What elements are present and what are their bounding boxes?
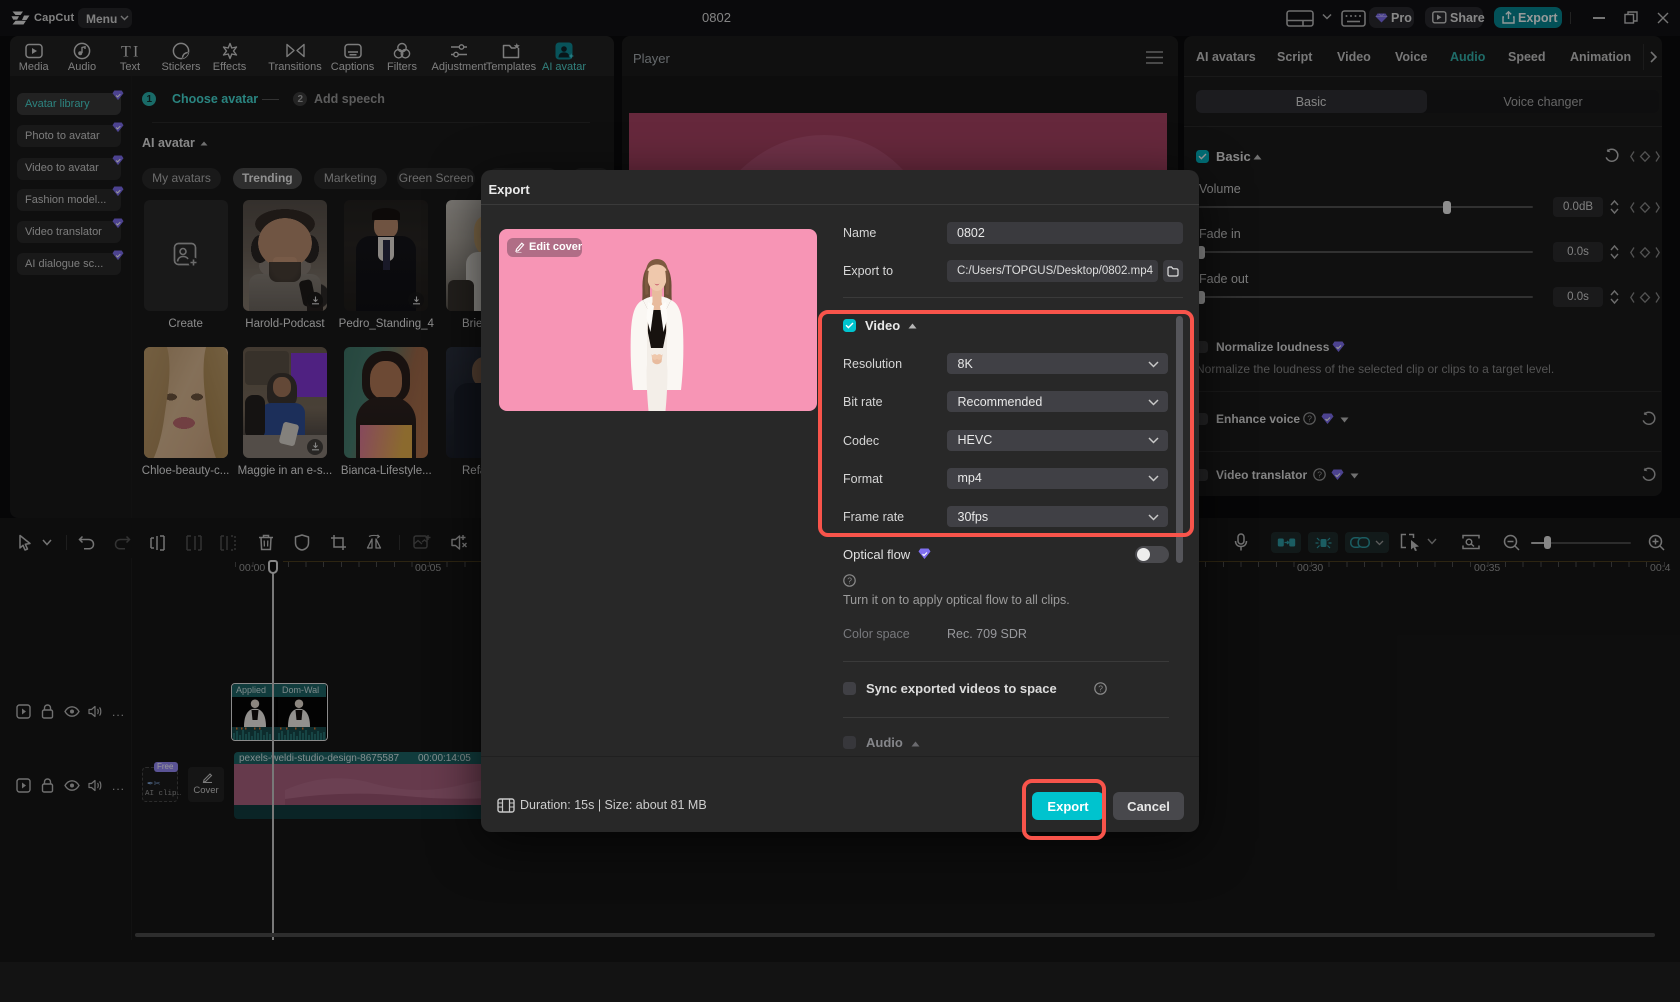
svg-text:?: ? <box>1098 684 1103 694</box>
svg-text:?: ? <box>847 576 852 586</box>
